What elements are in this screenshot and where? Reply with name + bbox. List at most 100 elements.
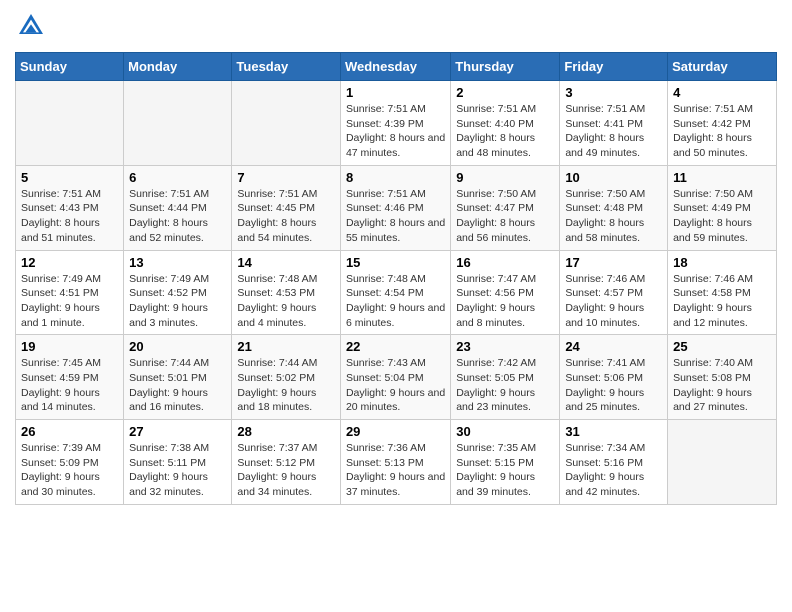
calendar-cell: 30 Sunrise: 7:35 AM Sunset: 5:15 PM Dayli… bbox=[451, 420, 560, 505]
calendar-cell: 19 Sunrise: 7:45 AM Sunset: 4:59 PM Dayli… bbox=[16, 335, 124, 420]
day-info: Sunrise: 7:47 AM Sunset: 4:56 PM Dayligh… bbox=[456, 272, 554, 331]
day-info: Sunrise: 7:48 AM Sunset: 4:54 PM Dayligh… bbox=[346, 272, 445, 331]
calendar-cell: 17 Sunrise: 7:46 AM Sunset: 4:57 PM Dayli… bbox=[560, 250, 668, 335]
day-number: 16 bbox=[456, 255, 554, 270]
day-info: Sunrise: 7:51 AM Sunset: 4:44 PM Dayligh… bbox=[129, 187, 226, 246]
calendar-cell: 21Sunrise: 7:44 AM Sunset: 5:02 PM Dayli… bbox=[232, 335, 341, 420]
day-number: 22 bbox=[346, 339, 445, 354]
calendar-cell: 24Sunrise: 7:41 AM Sunset: 5:06 PM Dayli… bbox=[560, 335, 668, 420]
day-number: 30 bbox=[456, 424, 554, 439]
calendar-week-5: 26 Sunrise: 7:39 AM Sunset: 5:09 PM Dayli… bbox=[16, 420, 777, 505]
calendar-week-1: 1 Sunrise: 7:51 AM Sunset: 4:39 PM Daylig… bbox=[16, 81, 777, 166]
day-info: Sunrise: 7:39 AM Sunset: 5:09 PM Dayligh… bbox=[21, 441, 118, 500]
day-number: 17 bbox=[565, 255, 662, 270]
day-number: 20 bbox=[129, 339, 226, 354]
calendar-cell: 9 Sunrise: 7:50 AM Sunset: 4:47 PM Daylig… bbox=[451, 165, 560, 250]
calendar-cell: 26 Sunrise: 7:39 AM Sunset: 5:09 PM Dayli… bbox=[16, 420, 124, 505]
day-info: Sunrise: 7:49 AM Sunset: 4:52 PM Dayligh… bbox=[129, 272, 226, 331]
calendar-cell: 8 Sunrise: 7:51 AM Sunset: 4:46 PM Daylig… bbox=[340, 165, 450, 250]
day-number: 29 bbox=[346, 424, 445, 439]
calendar-cell bbox=[124, 81, 232, 166]
calendar-cell: 27 Sunrise: 7:38 AM Sunset: 5:11 PM Dayli… bbox=[124, 420, 232, 505]
calendar-cell bbox=[668, 420, 777, 505]
calendar-cell bbox=[232, 81, 341, 166]
calendar-cell: 10 Sunrise: 7:50 AM Sunset: 4:48 PM Dayli… bbox=[560, 165, 668, 250]
day-number: 10 bbox=[565, 170, 662, 185]
day-info: Sunrise: 7:41 AM Sunset: 5:06 PM Dayligh… bbox=[565, 356, 662, 415]
calendar-cell: 6 Sunrise: 7:51 AM Sunset: 4:44 PM Daylig… bbox=[124, 165, 232, 250]
day-number: 23 bbox=[456, 339, 554, 354]
calendar-cell: 12Sunrise: 7:49 AM Sunset: 4:51 PM Dayli… bbox=[16, 250, 124, 335]
calendar-cell: 3Sunrise: 7:51 AM Sunset: 4:41 PM Daylig… bbox=[560, 81, 668, 166]
calendar-cell: 4 Sunrise: 7:51 AM Sunset: 4:42 PM Daylig… bbox=[668, 81, 777, 166]
calendar-cell: 29 Sunrise: 7:36 AM Sunset: 5:13 PM Dayli… bbox=[340, 420, 450, 505]
calendar-week-2: 5Sunrise: 7:51 AM Sunset: 4:43 PM Daylig… bbox=[16, 165, 777, 250]
calendar-cell: 15 Sunrise: 7:48 AM Sunset: 4:54 PM Dayli… bbox=[340, 250, 450, 335]
day-number: 11 bbox=[673, 170, 771, 185]
day-info: Sunrise: 7:50 AM Sunset: 4:48 PM Dayligh… bbox=[565, 187, 662, 246]
day-number: 28 bbox=[237, 424, 335, 439]
day-info: Sunrise: 7:51 AM Sunset: 4:45 PM Dayligh… bbox=[237, 187, 335, 246]
day-info: Sunrise: 7:40 AM Sunset: 5:08 PM Dayligh… bbox=[673, 356, 771, 415]
day-info: Sunrise: 7:43 AM Sunset: 5:04 PM Dayligh… bbox=[346, 356, 445, 415]
day-info: Sunrise: 7:36 AM Sunset: 5:13 PM Dayligh… bbox=[346, 441, 445, 500]
day-info: Sunrise: 7:51 AM Sunset: 4:39 PM Dayligh… bbox=[346, 102, 445, 161]
day-info: Sunrise: 7:51 AM Sunset: 4:46 PM Dayligh… bbox=[346, 187, 445, 246]
day-number: 15 bbox=[346, 255, 445, 270]
day-info: Sunrise: 7:35 AM Sunset: 5:15 PM Dayligh… bbox=[456, 441, 554, 500]
calendar-cell: 25 Sunrise: 7:40 AM Sunset: 5:08 PM Dayli… bbox=[668, 335, 777, 420]
calendar-cell bbox=[16, 81, 124, 166]
calendar-cell: 11Sunrise: 7:50 AM Sunset: 4:49 PM Dayli… bbox=[668, 165, 777, 250]
page-container: SundayMondayTuesdayWednesdayThursdayFrid… bbox=[0, 0, 792, 515]
calendar-cell: 2 Sunrise: 7:51 AM Sunset: 4:40 PM Daylig… bbox=[451, 81, 560, 166]
logo-icon bbox=[15, 10, 47, 42]
calendar-cell: 18 Sunrise: 7:46 AM Sunset: 4:58 PM Dayli… bbox=[668, 250, 777, 335]
calendar-header-row: SundayMondayTuesdayWednesdayThursdayFrid… bbox=[16, 53, 777, 81]
day-number: 18 bbox=[673, 255, 771, 270]
day-number: 19 bbox=[21, 339, 118, 354]
day-number: 1 bbox=[346, 85, 445, 100]
day-info: Sunrise: 7:49 AM Sunset: 4:51 PM Dayligh… bbox=[21, 272, 118, 331]
calendar-header-monday: Monday bbox=[124, 53, 232, 81]
day-number: 14 bbox=[237, 255, 335, 270]
calendar-cell: 7Sunrise: 7:51 AM Sunset: 4:45 PM Daylig… bbox=[232, 165, 341, 250]
day-info: Sunrise: 7:45 AM Sunset: 4:59 PM Dayligh… bbox=[21, 356, 118, 415]
day-info: Sunrise: 7:46 AM Sunset: 4:58 PM Dayligh… bbox=[673, 272, 771, 331]
calendar-header-wednesday: Wednesday bbox=[340, 53, 450, 81]
day-info: Sunrise: 7:44 AM Sunset: 5:01 PM Dayligh… bbox=[129, 356, 226, 415]
calendar-cell: 31 Sunrise: 7:34 AM Sunset: 5:16 PM Dayli… bbox=[560, 420, 668, 505]
calendar-cell: 20 Sunrise: 7:44 AM Sunset: 5:01 PM Dayli… bbox=[124, 335, 232, 420]
day-number: 27 bbox=[129, 424, 226, 439]
day-number: 2 bbox=[456, 85, 554, 100]
day-info: Sunrise: 7:34 AM Sunset: 5:16 PM Dayligh… bbox=[565, 441, 662, 500]
day-number: 8 bbox=[346, 170, 445, 185]
day-info: Sunrise: 7:38 AM Sunset: 5:11 PM Dayligh… bbox=[129, 441, 226, 500]
calendar-cell: 13 Sunrise: 7:49 AM Sunset: 4:52 PM Dayli… bbox=[124, 250, 232, 335]
day-info: Sunrise: 7:42 AM Sunset: 5:05 PM Dayligh… bbox=[456, 356, 554, 415]
day-info: Sunrise: 7:37 AM Sunset: 5:12 PM Dayligh… bbox=[237, 441, 335, 500]
day-info: Sunrise: 7:48 AM Sunset: 4:53 PM Dayligh… bbox=[237, 272, 335, 331]
day-number: 6 bbox=[129, 170, 226, 185]
day-number: 4 bbox=[673, 85, 771, 100]
page-header bbox=[15, 10, 777, 42]
calendar-cell: 23 Sunrise: 7:42 AM Sunset: 5:05 PM Dayli… bbox=[451, 335, 560, 420]
calendar-header-friday: Friday bbox=[560, 53, 668, 81]
calendar-cell: 14 Sunrise: 7:48 AM Sunset: 4:53 PM Dayli… bbox=[232, 250, 341, 335]
day-info: Sunrise: 7:51 AM Sunset: 4:40 PM Dayligh… bbox=[456, 102, 554, 161]
calendar-header-sunday: Sunday bbox=[16, 53, 124, 81]
day-info: Sunrise: 7:51 AM Sunset: 4:42 PM Dayligh… bbox=[673, 102, 771, 161]
day-number: 3 bbox=[565, 85, 662, 100]
day-number: 25 bbox=[673, 339, 771, 354]
day-info: Sunrise: 7:46 AM Sunset: 4:57 PM Dayligh… bbox=[565, 272, 662, 331]
logo bbox=[15, 10, 51, 42]
calendar-header-saturday: Saturday bbox=[668, 53, 777, 81]
day-number: 31 bbox=[565, 424, 662, 439]
day-number: 26 bbox=[21, 424, 118, 439]
day-number: 9 bbox=[456, 170, 554, 185]
calendar-cell: 28 Sunrise: 7:37 AM Sunset: 5:12 PM Dayli… bbox=[232, 420, 341, 505]
calendar-cell: 16 Sunrise: 7:47 AM Sunset: 4:56 PM Dayli… bbox=[451, 250, 560, 335]
calendar-week-4: 19 Sunrise: 7:45 AM Sunset: 4:59 PM Dayli… bbox=[16, 335, 777, 420]
day-info: Sunrise: 7:50 AM Sunset: 4:47 PM Dayligh… bbox=[456, 187, 554, 246]
day-number: 13 bbox=[129, 255, 226, 270]
calendar-header-thursday: Thursday bbox=[451, 53, 560, 81]
